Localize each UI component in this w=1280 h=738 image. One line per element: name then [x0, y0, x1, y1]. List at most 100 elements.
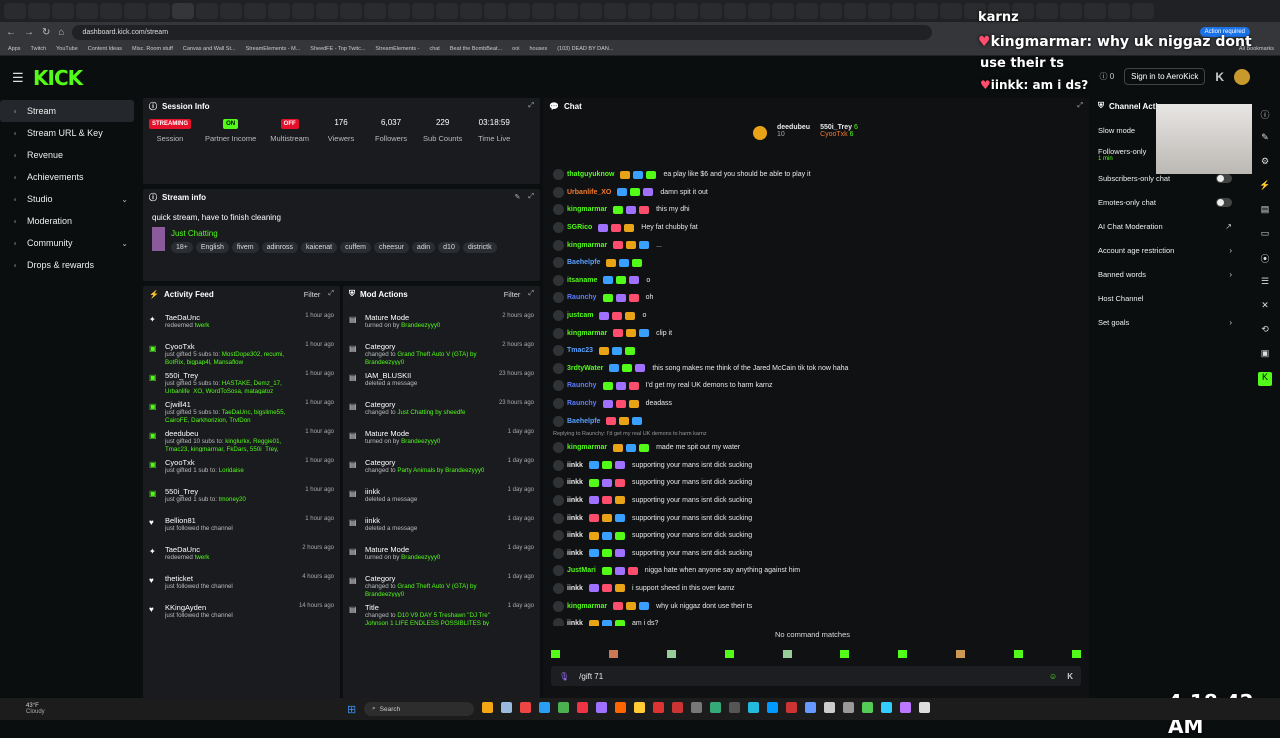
- browser-tab[interactable]: [628, 3, 650, 19]
- browser-tab[interactable]: [364, 3, 386, 19]
- stream-tag[interactable]: adinross: [261, 242, 299, 253]
- sidebar-item-studio[interactable]: ◦ Studio ⌄: [0, 188, 138, 210]
- bookmark-item[interactable]: (103) DEAD BY DAN...: [557, 46, 613, 52]
- activity-user[interactable]: CyooTxk: [165, 458, 299, 467]
- home-icon[interactable]: ⌂: [58, 27, 64, 38]
- bookmark-item[interactable]: SheedFE - Top Twitc...: [310, 46, 365, 52]
- browser-tab[interactable]: [652, 3, 674, 19]
- chat-username[interactable]: Raunchy: [567, 382, 597, 389]
- avatar[interactable]: [553, 257, 564, 269]
- bookmark-item[interactable]: StreamElements -: [375, 46, 419, 52]
- chat-username[interactable]: kingmarmar: [567, 330, 607, 337]
- forward-icon[interactable]: →: [24, 27, 34, 38]
- taskbar-app-icon[interactable]: [501, 702, 512, 713]
- taskbar-app-icon[interactable]: [824, 702, 835, 713]
- list-icon[interactable]: ☰: [1258, 276, 1272, 290]
- taskbar-app-icon[interactable]: [691, 702, 702, 713]
- bookmark-item[interactable]: YouTube: [56, 46, 78, 52]
- chevron-right-icon[interactable]: ›: [1229, 270, 1232, 279]
- browser-tab[interactable]: [1108, 3, 1130, 19]
- sidebar-item-achievements[interactable]: ◦ Achievements: [0, 166, 138, 188]
- avatar[interactable]: [553, 239, 564, 251]
- browser-tab[interactable]: [532, 3, 554, 19]
- popout-icon[interactable]: ⤢: [528, 102, 534, 110]
- browser-tab[interactable]: [892, 3, 914, 19]
- chat-username[interactable]: Urbanlife_XO: [567, 189, 611, 196]
- broadcast-icon[interactable]: ⦿: [1258, 252, 1272, 266]
- avatar[interactable]: [553, 327, 564, 339]
- stream-tag[interactable]: adin: [411, 242, 436, 253]
- browser-tab[interactable]: [172, 3, 194, 19]
- browser-tab[interactable]: [796, 3, 818, 19]
- browser-tab[interactable]: [4, 3, 26, 19]
- bookmark-item[interactable]: ooi: [512, 46, 519, 52]
- browser-tab[interactable]: [124, 3, 146, 19]
- chat-username[interactable]: Baehelpfe: [567, 259, 600, 266]
- chat-username[interactable]: iinkk: [567, 550, 583, 557]
- chevron-down-icon[interactable]: ⌄: [121, 195, 128, 204]
- taskbar-app-icon[interactable]: [843, 702, 854, 713]
- browser-tab[interactable]: [484, 3, 506, 19]
- avatar[interactable]: [553, 274, 564, 286]
- browser-tab[interactable]: [724, 3, 746, 19]
- stream-tag[interactable]: English: [195, 242, 229, 253]
- popout-icon[interactable]: ⤢: [528, 290, 534, 299]
- avatar[interactable]: [553, 362, 564, 374]
- stream-tag[interactable]: cuffem: [340, 242, 372, 253]
- avatar[interactable]: [553, 530, 564, 542]
- chat-username[interactable]: iinkk: [567, 515, 583, 522]
- avatar[interactable]: [553, 186, 564, 198]
- browser-tab[interactable]: [940, 3, 962, 19]
- avatar[interactable]: [553, 547, 564, 559]
- taskbar-app-icon[interactable]: [767, 702, 778, 713]
- activity-user[interactable]: TaeDaUnc: [165, 545, 296, 554]
- popout-icon[interactable]: ⤢: [528, 193, 534, 201]
- sidebar-item-community[interactable]: ◦ Community ⌄: [0, 232, 138, 254]
- bookmark-item[interactable]: StreamElements - M...: [246, 46, 301, 52]
- chat-username[interactable]: kingmarmar: [567, 242, 607, 249]
- taskbar-app-icon[interactable]: [805, 702, 816, 713]
- browser-tab[interactable]: [772, 3, 794, 19]
- chevron-right-icon[interactable]: ›: [1229, 318, 1232, 327]
- taskbar-app-icon[interactable]: [919, 702, 930, 713]
- browser-tab[interactable]: [508, 3, 530, 19]
- bookmark-item[interactable]: Misc. Room stuff: [132, 46, 173, 52]
- browser-tab[interactable]: [1132, 3, 1154, 19]
- chat-username[interactable]: SGRico: [567, 224, 592, 231]
- taskbar-app-icon[interactable]: [653, 702, 664, 713]
- bookmark-item[interactable]: Apps: [8, 46, 21, 52]
- chat-username[interactable]: iinkk: [567, 462, 583, 469]
- browser-tab[interactable]: [580, 3, 602, 19]
- browser-tab[interactable]: [460, 3, 482, 19]
- activity-user[interactable]: Cjwill41: [165, 400, 299, 409]
- bookmark-item[interactable]: Beat the BombBeat...: [450, 46, 502, 52]
- bolt-icon[interactable]: ⚡: [1258, 180, 1272, 194]
- toggle[interactable]: [1216, 197, 1232, 207]
- notifications-count[interactable]: ⓘ 0: [1099, 71, 1114, 82]
- taskbar-app-icon[interactable]: [634, 702, 645, 713]
- taskbar-app-icon[interactable]: [539, 702, 550, 713]
- taskbar-app-icon[interactable]: [748, 702, 759, 713]
- stream-tag[interactable]: districtk: [462, 242, 497, 253]
- browser-tab[interactable]: [700, 3, 722, 19]
- toggle[interactable]: [1216, 173, 1232, 183]
- browser-tab[interactable]: [316, 3, 338, 19]
- edit-icon[interactable]: ✎: [515, 193, 521, 201]
- chat-username[interactable]: Raunchy: [567, 400, 597, 407]
- taskbar-app-icon[interactable]: [482, 702, 493, 713]
- chat-username[interactable]: justcam: [567, 312, 593, 319]
- bookmark-item[interactable]: Twitch: [31, 46, 47, 52]
- chevron-down-icon[interactable]: ⌄: [121, 239, 128, 248]
- browser-tab[interactable]: [220, 3, 242, 19]
- chat-username[interactable]: Baehelpfe: [567, 418, 600, 425]
- popout-icon[interactable]: ⤢: [1077, 102, 1083, 110]
- stream-tag[interactable]: 18+: [171, 242, 193, 253]
- channel-action-emotes-only-chat[interactable]: Emotes-only chat: [1092, 190, 1242, 214]
- chat-input[interactable]: 🎙 /gift 71 ☺ K: [551, 666, 1081, 686]
- chat-username[interactable]: iinkk: [567, 532, 583, 539]
- taskbar-app-icon[interactable]: [520, 702, 531, 713]
- weather-widget[interactable]: 43°F Cloudy: [0, 703, 45, 715]
- activity-user[interactable]: TaeDaUnc: [165, 313, 299, 322]
- avatar[interactable]: [553, 292, 564, 304]
- stream-tag[interactable]: d10: [438, 242, 460, 253]
